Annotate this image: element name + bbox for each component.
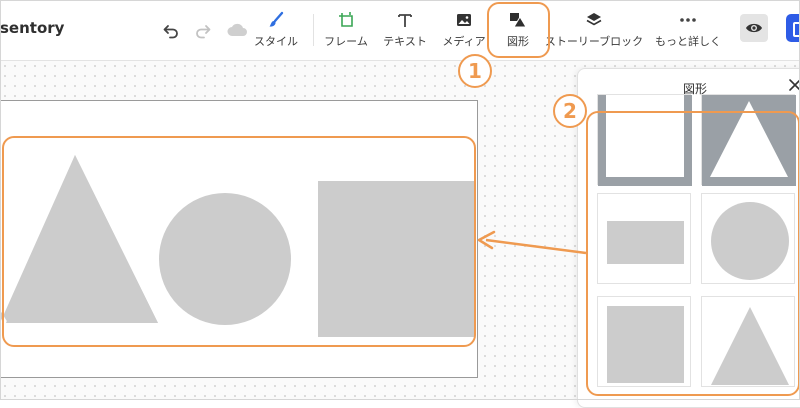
layers-icon xyxy=(585,10,603,30)
step-1-badge: 1 xyxy=(458,54,492,88)
shapes-tool-highlight xyxy=(487,2,550,58)
app-brand: sentory xyxy=(0,19,65,37)
more-dots-icon xyxy=(679,10,697,30)
tool-style-label: スタイル xyxy=(254,35,298,48)
tool-style[interactable]: スタイル xyxy=(254,10,298,50)
tool-media-label: メディア xyxy=(442,35,486,48)
eye-icon xyxy=(745,22,763,34)
cloud-icon xyxy=(226,21,248,39)
tool-story-block[interactable]: ストーリーブロック xyxy=(544,10,644,50)
panel-shapes-highlight xyxy=(586,111,800,396)
tool-media[interactable]: メディア xyxy=(441,10,487,50)
close-icon[interactable] xyxy=(788,78,800,92)
preview-button[interactable] xyxy=(740,14,768,42)
tool-more-label: もっと詳しく xyxy=(655,35,721,48)
tool-more[interactable]: もっと詳しく xyxy=(655,10,721,50)
toolbar-divider xyxy=(313,14,314,46)
publish-button[interactable] xyxy=(786,14,800,42)
image-icon xyxy=(456,10,472,30)
redo-icon[interactable] xyxy=(194,21,212,39)
tool-frame-label: フレーム xyxy=(324,35,368,48)
frame-icon xyxy=(337,10,355,30)
paintbrush-icon xyxy=(267,10,285,30)
text-icon xyxy=(397,10,413,30)
publish-icon xyxy=(793,22,800,37)
top-toolbar: sentory スタイル フレーム テキスト メディア 図形 ストーリーブロック… xyxy=(0,0,800,61)
tool-text[interactable]: テキスト xyxy=(382,10,428,50)
tool-story-block-label: ストーリーブロック xyxy=(544,35,644,48)
tool-frame[interactable]: フレーム xyxy=(323,10,369,50)
step-2-badge: 2 xyxy=(553,94,587,128)
undo-icon[interactable] xyxy=(162,21,180,39)
canvas-shapes-highlight xyxy=(2,136,476,347)
tool-text-label: テキスト xyxy=(383,35,427,48)
